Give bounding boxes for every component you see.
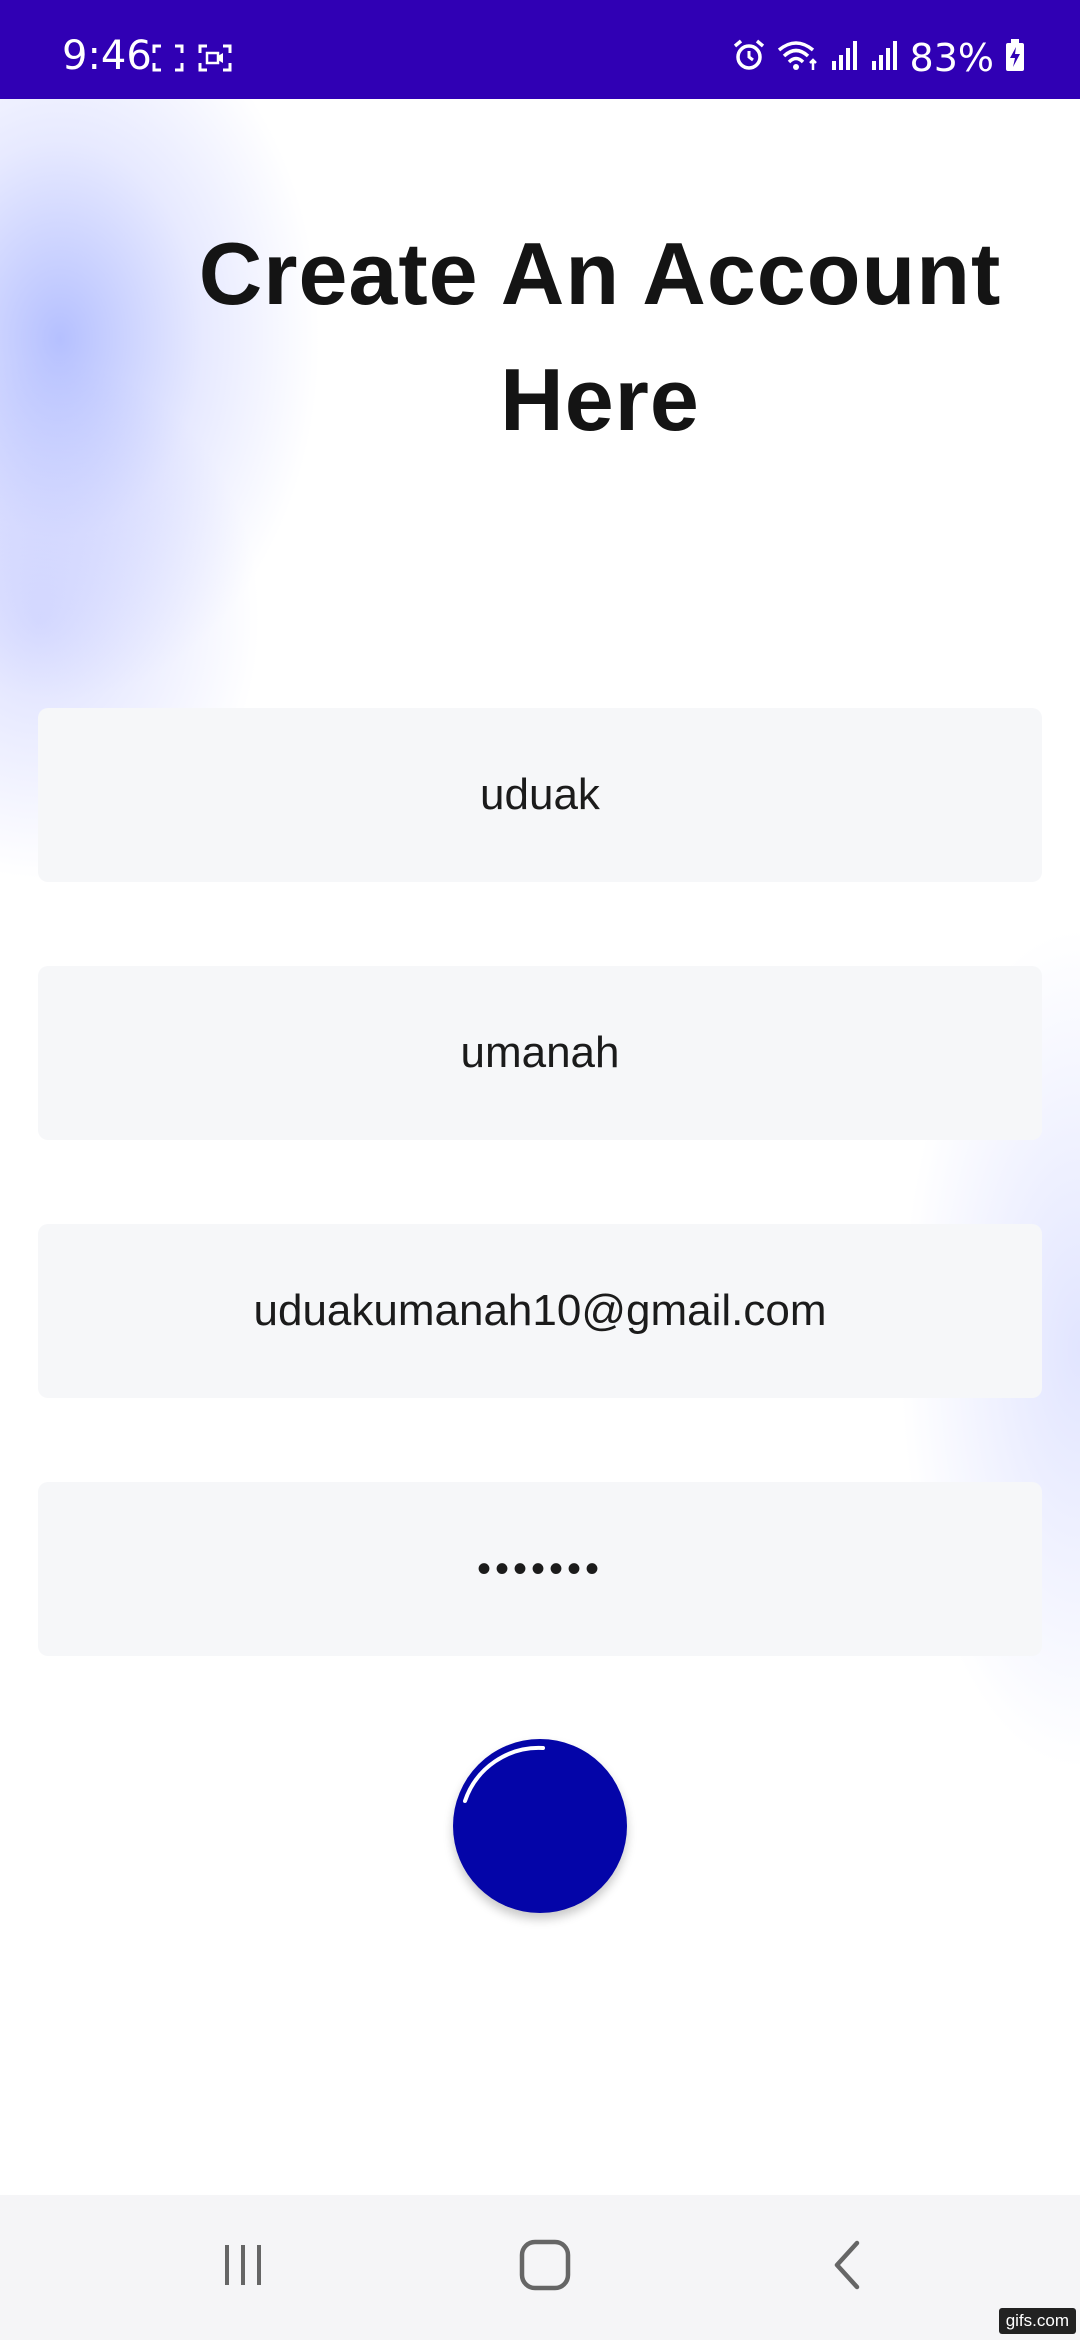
email-input[interactable] — [38, 1224, 1042, 1398]
battery-percent: 83% — [909, 35, 994, 80]
status-time: 9:46 — [62, 33, 152, 79]
back-icon — [834, 2240, 860, 2290]
first-name-field[interactable] — [38, 708, 1042, 882]
status-left-icons — [152, 44, 232, 77]
screen-record-icon — [198, 44, 232, 77]
back-button[interactable] — [792, 2215, 902, 2315]
signal-icon — [870, 39, 900, 76]
status-right-icons: 83% — [732, 38, 1026, 77]
wifi-icon — [776, 38, 820, 77]
page-title: Create An Account Here — [198, 224, 1002, 449]
status-bar: 9:46 83% — [0, 0, 1080, 99]
signal-icon — [830, 39, 860, 76]
submit-loading-button[interactable] — [453, 1739, 627, 1913]
watermark: gifs.com — [998, 2308, 1076, 2334]
home-icon — [519, 2239, 571, 2291]
last-name-input[interactable] — [38, 966, 1042, 1140]
signup-screen: Create An Account Here — [0, 99, 1080, 2195]
recent-apps-icon — [225, 2245, 261, 2285]
system-nav-bar — [0, 2195, 1080, 2340]
alarm-icon — [732, 38, 766, 77]
battery-charging-icon — [1004, 38, 1026, 77]
last-name-field[interactable] — [38, 966, 1042, 1140]
home-button[interactable] — [490, 2215, 600, 2315]
password-field[interactable] — [38, 1482, 1042, 1656]
email-field[interactable] — [38, 1224, 1042, 1398]
loading-spinner-icon — [463, 1745, 545, 1803]
screenshot-icon — [152, 44, 184, 77]
recent-apps-button[interactable] — [188, 2215, 298, 2315]
first-name-input[interactable] — [38, 708, 1042, 882]
password-input[interactable] — [38, 1482, 1042, 1656]
